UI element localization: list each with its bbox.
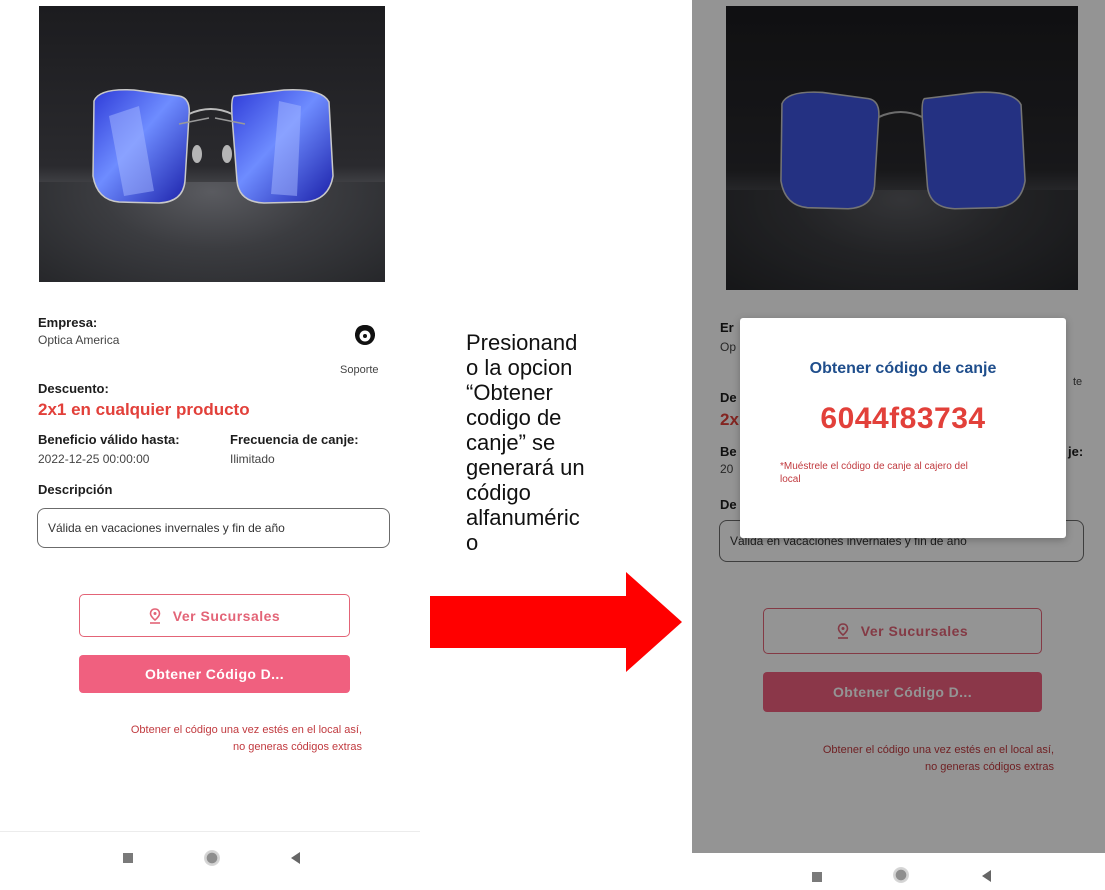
support-label[interactable]: Soporte — [340, 364, 379, 376]
code-notice-line1: Obtener el código una vez estés en el lo… — [130, 724, 362, 736]
caption-line: codigo de — [466, 405, 562, 430]
caption-line: canje” se — [466, 430, 556, 455]
caption-line: generará un — [466, 455, 585, 480]
redeem-code-modal: Obtener código de canje 6044f83734 *Mués… — [740, 318, 1066, 538]
product-image-glasses — [39, 6, 385, 282]
descuento-label: Descuento: — [38, 381, 109, 396]
support-agent-icon[interactable] — [353, 323, 377, 347]
beneficio-value: 2022-12-25 00:00:00 — [38, 452, 150, 466]
code-notice: Obtener el código una vez estés en el lo… — [60, 722, 362, 756]
ver-sucursales-label: Ver Sucursales — [172, 607, 281, 624]
modal-hint: *Muéstrele el código de canje al cajero … — [780, 460, 1040, 486]
obtener-codigo-label: Obtener Código D... — [144, 666, 285, 682]
circle-icon[interactable] — [893, 867, 909, 883]
redeem-code-value: 6044f83734 — [820, 402, 986, 435]
navbar-divider — [0, 831, 420, 832]
descripcion-label: Descripción — [38, 482, 113, 497]
modal-hint-line2: local — [780, 474, 801, 485]
back-triangle-icon[interactable] — [982, 870, 991, 882]
square-icon[interactable] — [123, 853, 133, 863]
right-phone-screen: Er Op te De 2x Be je: 20 De Válida en va… — [692, 0, 1105, 853]
descripcion-text: Válida en vacaciones invernales y fin de… — [48, 521, 285, 535]
caption-line: alfanuméric — [466, 505, 580, 530]
modal-hint-line1: *Muéstrele el código de canje al cajero … — [780, 461, 968, 472]
code-notice-line2: no generas códigos extras — [232, 741, 362, 753]
ver-sucursales-button[interactable]: Ver Sucursales — [79, 594, 350, 637]
circle-icon[interactable] — [204, 850, 220, 866]
beneficio-label: Beneficio válido hasta: — [38, 432, 180, 447]
modal-title: Obtener código de canje — [809, 360, 997, 377]
instruction-caption: Presionand o la opcion “Obtener codigo d… — [466, 330, 631, 555]
frecuencia-label: Frecuencia de canje: — [230, 432, 359, 447]
descuento-value: 2x1 en cualquier producto — [38, 400, 250, 419]
right-arrow-icon — [430, 572, 682, 672]
caption-line: o — [466, 530, 479, 555]
location-pin-icon — [149, 607, 161, 624]
caption-line: o la opcion — [466, 355, 573, 380]
left-phone-screen: Empresa: Optica America Soporte Descuent… — [0, 0, 420, 890]
empresa-label: Empresa: — [38, 315, 98, 330]
back-triangle-icon[interactable] — [291, 852, 300, 864]
square-icon[interactable] — [812, 872, 822, 882]
obtener-codigo-button[interactable]: Obtener Código D... — [79, 655, 350, 693]
frecuencia-value: Ilimitado — [230, 452, 275, 466]
caption-line: código — [466, 480, 531, 505]
caption-line: “Obtener — [466, 380, 553, 405]
descripcion-field: Válida en vacaciones invernales y fin de… — [37, 508, 390, 548]
empresa-value: Optica America — [38, 333, 120, 347]
caption-line: Presionand — [466, 330, 578, 355]
